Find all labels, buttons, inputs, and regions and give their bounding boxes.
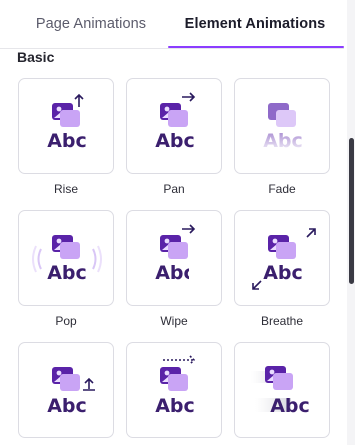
animation-card-wipe[interactable]: Abc bbox=[126, 210, 222, 306]
animation-card-rise[interactable]: Abc bbox=[18, 78, 114, 174]
svg-text:Abc: Abc bbox=[270, 395, 310, 417]
animation-card-row3-3[interactable]: Abc bbox=[234, 342, 330, 438]
blur-slide-preview-icon: Abc bbox=[251, 366, 310, 417]
animation-label-pan: Pan bbox=[163, 182, 185, 196]
animation-card-pop[interactable]: Abc bbox=[18, 210, 114, 306]
svg-text:Abc: Abc bbox=[263, 262, 303, 284]
svg-text:Abc: Abc bbox=[155, 395, 195, 417]
wipe-preview-icon: Abc bbox=[155, 224, 196, 284]
svg-text:Abc: Abc bbox=[155, 262, 195, 284]
tumble-preview-icon: Abc bbox=[155, 355, 196, 417]
breathe-preview-icon: Abc bbox=[252, 228, 316, 290]
scrollbar-thumb[interactable] bbox=[349, 138, 354, 284]
svg-text:Abc: Abc bbox=[155, 130, 195, 152]
animation-label-pop: Pop bbox=[55, 314, 77, 328]
animation-card-breathe[interactable]: Abc bbox=[234, 210, 330, 306]
animation-label-wipe: Wipe bbox=[160, 314, 188, 328]
animation-card-pan[interactable]: Abc bbox=[126, 78, 222, 174]
svg-text:Abc: Abc bbox=[47, 395, 87, 417]
svg-text:Abc: Abc bbox=[263, 130, 303, 152]
tab-page-animations[interactable]: Page Animations bbox=[20, 0, 162, 48]
animation-label-fade: Fade bbox=[268, 182, 296, 196]
animation-card-row3-1[interactable]: Abc bbox=[18, 342, 114, 438]
pop-preview-icon: Abc bbox=[32, 235, 102, 284]
animation-tabs: Page Animations Element Animations bbox=[0, 0, 344, 50]
svg-text:Abc: Abc bbox=[47, 262, 87, 284]
rise-preview-icon: Abc bbox=[47, 93, 87, 152]
section-heading-basic: Basic bbox=[17, 49, 55, 65]
animation-card-row3-2[interactable]: Abc bbox=[126, 342, 222, 438]
svg-text:Abc: Abc bbox=[47, 130, 87, 152]
baseline-rise-preview-icon: Abc bbox=[47, 367, 95, 417]
tab-element-animations[interactable]: Element Animations bbox=[170, 0, 340, 48]
animation-label-rise: Rise bbox=[53, 182, 78, 196]
animation-card-fade[interactable]: Abc bbox=[234, 78, 330, 174]
pan-preview-icon: Abc bbox=[155, 92, 196, 152]
fade-preview-icon: Abc bbox=[263, 103, 303, 152]
animation-label-breathe: Breathe bbox=[260, 314, 304, 328]
